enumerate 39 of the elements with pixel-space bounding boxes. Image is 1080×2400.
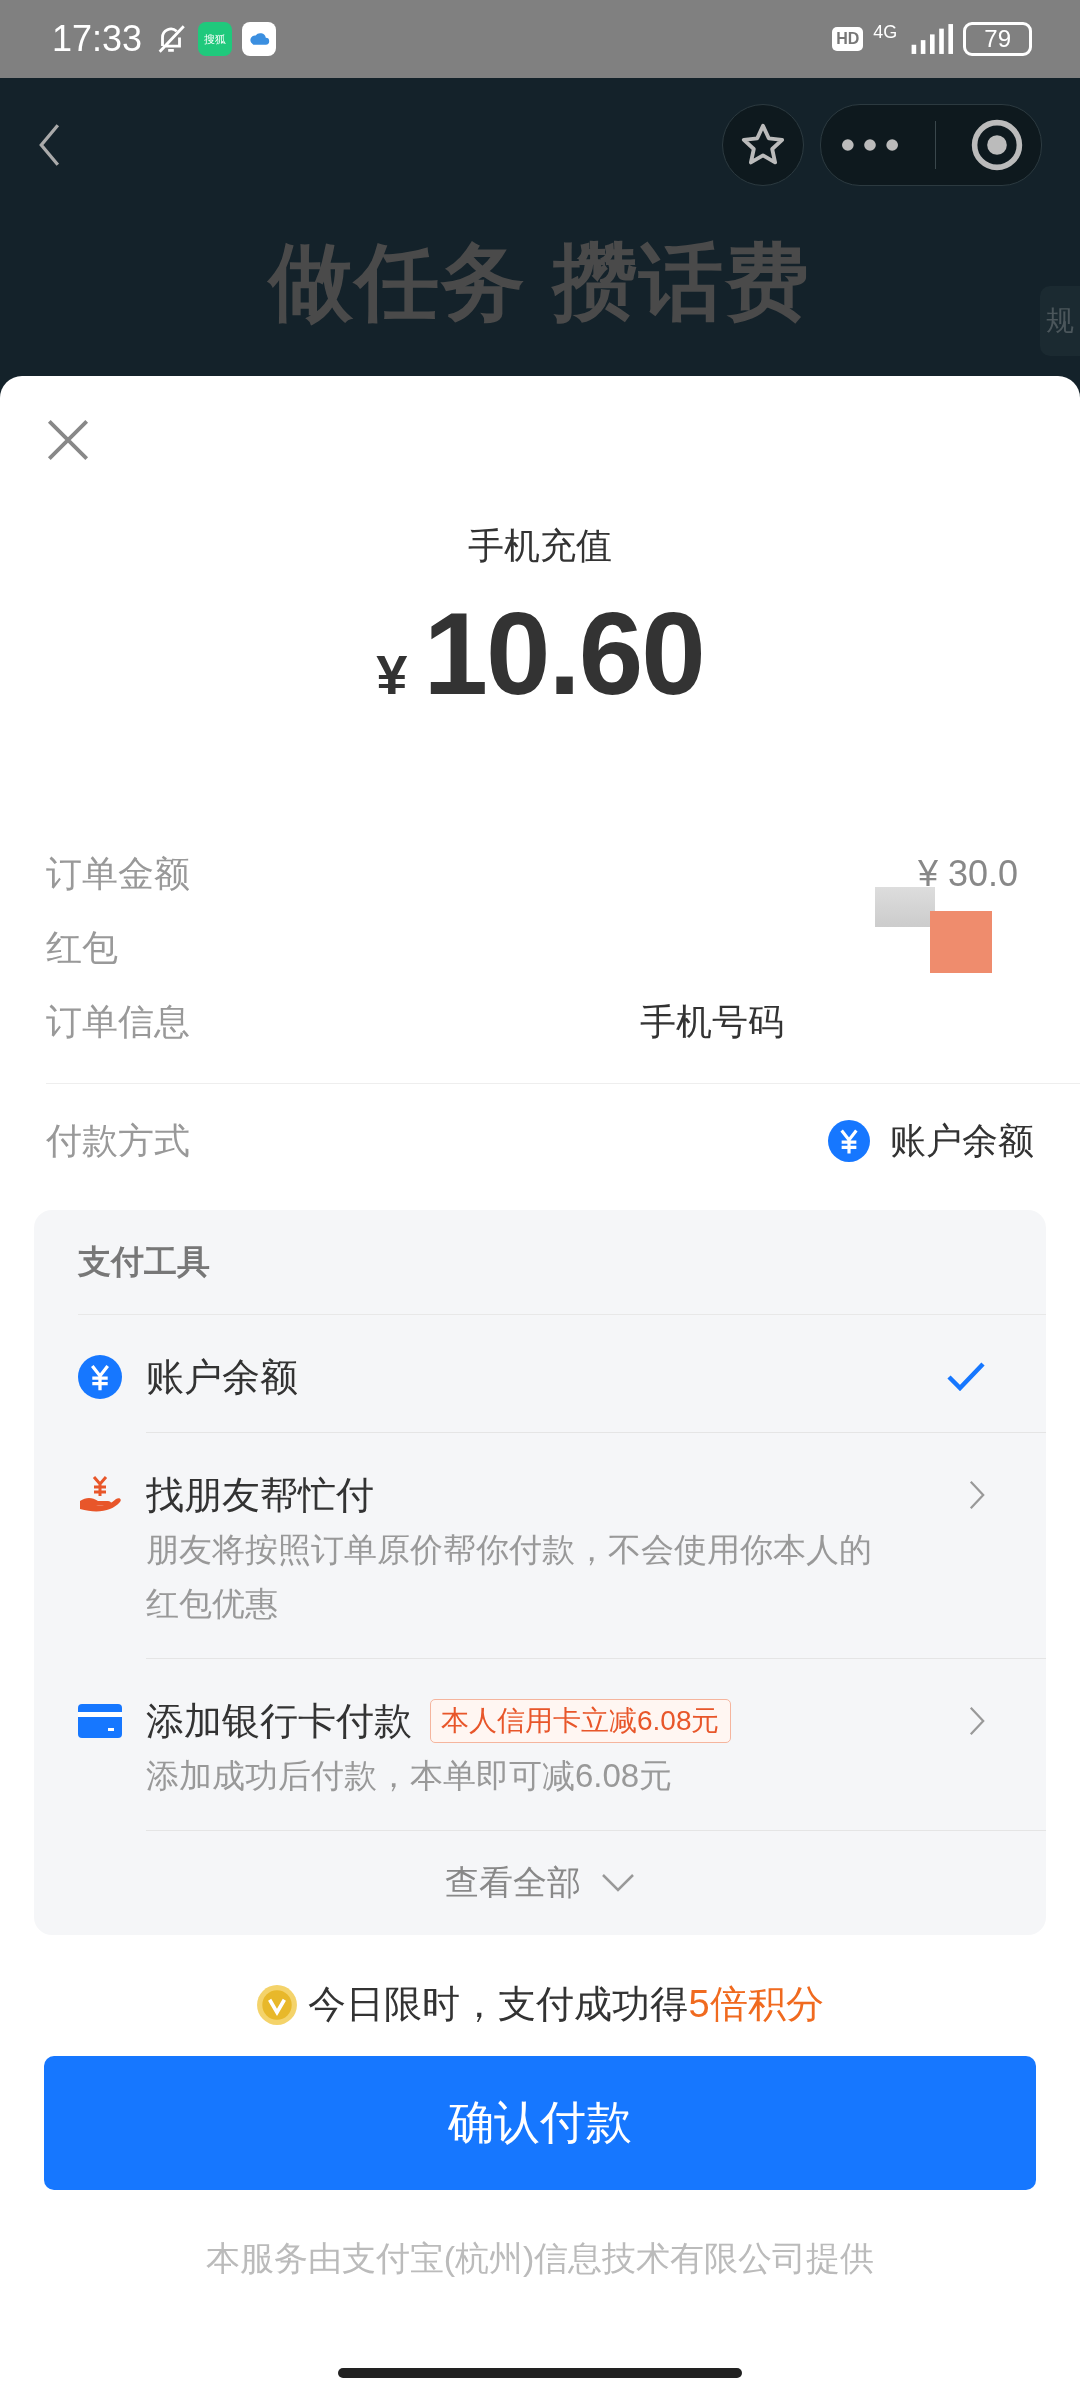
detail-label: 订单金额	[46, 851, 190, 896]
payment-amount: 10.60	[423, 588, 704, 721]
cloud-app-icon	[242, 22, 277, 56]
option-title: 找朋友帮忙付	[146, 1472, 374, 1518]
detail-label: 红包	[46, 925, 118, 970]
payment-method-value[interactable]: 账户余额	[890, 1116, 1034, 1166]
panel-heading: 支付工具	[78, 1210, 1046, 1315]
discount-tag: 本人信用卡立减6.08元	[430, 1699, 731, 1743]
network-type: 4G	[873, 22, 898, 43]
currency-symbol: ¥	[376, 642, 408, 707]
payment-option[interactable]: 找朋友帮忙付 朋友将按照订单原价帮你付款，不会使用你本人的红包优惠	[78, 1433, 1046, 1659]
yuan-icon	[828, 1120, 870, 1162]
option-title: 账户余额	[146, 1354, 298, 1400]
detail-value: ¥ 30.0	[917, 853, 1018, 895]
close-icon[interactable]	[46, 418, 90, 462]
hd-badge: HD	[832, 27, 864, 51]
sheet-title: 手机充值	[467, 524, 613, 568]
service-provider-note: 本服务由支付宝(杭州)信息技术有限公司提供	[204, 2238, 876, 2279]
yuan-icon	[78, 1355, 122, 1399]
detail-value: 手机号码	[640, 999, 784, 1044]
promo-text: 今日限时，支付成功得5倍积分	[308, 1982, 824, 2027]
chevron-down-icon	[601, 1873, 635, 1893]
coin-icon	[256, 1983, 299, 2026]
app-badge: 搜狐	[198, 22, 233, 56]
payment-option[interactable]: 添加银行卡付款 本人信用卡立减6.08元 添加成功后付款，本单即可减6.08元	[78, 1659, 1046, 1831]
detail-label: 付款方式	[46, 1118, 190, 1163]
check-icon	[946, 1361, 986, 1391]
option-description: 朋友将按照订单原价帮你付款，不会使用你本人的红包优惠	[146, 1530, 873, 1624]
chevron-right-icon	[968, 1705, 986, 1737]
chevron-right-icon	[968, 1479, 986, 1511]
bank-card-icon	[78, 1704, 122, 1738]
payment-option[interactable]: 账户余额	[78, 1315, 1046, 1433]
detail-label: 订单信息	[46, 999, 190, 1044]
option-description: 添加成功后付款，本单即可减6.08元	[146, 1756, 674, 1796]
confirm-payment-button[interactable]: 确认付款	[44, 2056, 1036, 2190]
battery-level: 79	[963, 22, 1032, 56]
status-time: 17:33	[52, 18, 143, 60]
option-title: 添加银行卡付款	[146, 1698, 412, 1744]
back-icon[interactable]	[38, 122, 60, 168]
